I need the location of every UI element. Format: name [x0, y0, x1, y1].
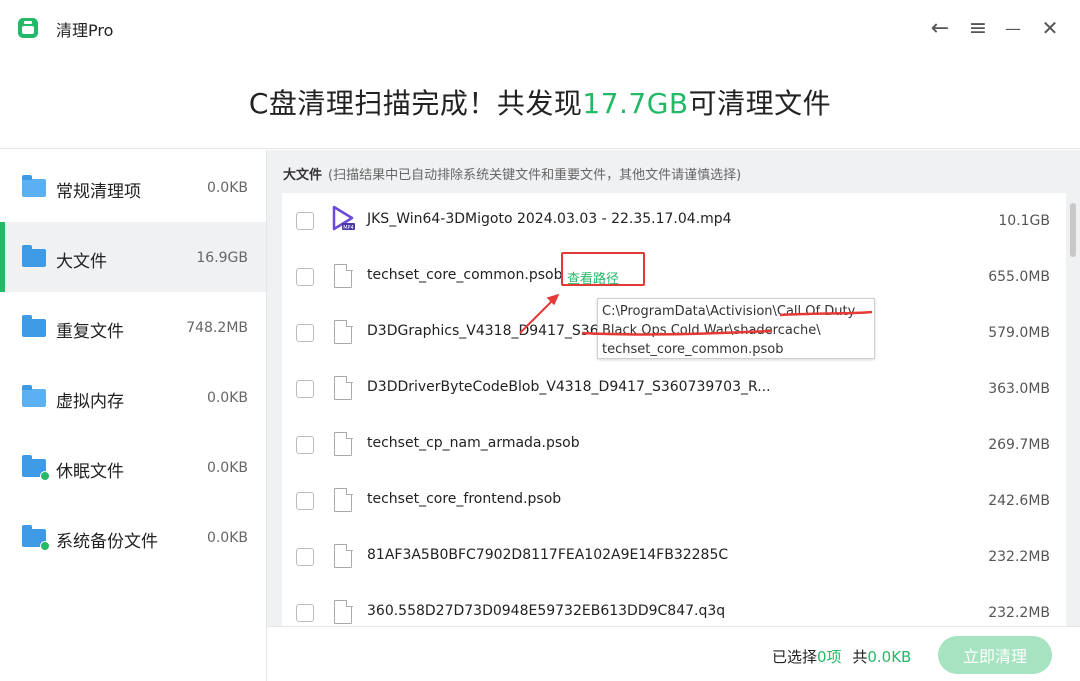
file-size: 10.1GB — [998, 213, 1050, 229]
menu-button[interactable]: ≡ — [964, 14, 992, 42]
total-prefix: 共 — [852, 648, 868, 666]
backup-folder-icon — [22, 525, 50, 551]
sidebar-item-size: 0.0KB — [206, 530, 248, 546]
broom-folder-icon — [22, 175, 46, 197]
sidebar-item-size: 0.0KB — [206, 180, 248, 196]
row-checkbox[interactable] — [296, 436, 314, 454]
sidebar-item-label: 常规清理项 — [56, 182, 141, 202]
action-footer: 已选择0项 共0.0KB 立即清理 — [267, 626, 1080, 681]
file-icon — [334, 543, 353, 568]
file-size: 232.2MB — [988, 549, 1050, 565]
annotation-highlight-box — [561, 252, 645, 286]
sidebar-item-virtual-memory[interactable]: 虚拟内存 0.0KB — [0, 362, 266, 432]
tooltip-path-line-1: C:\ProgramData\Activision\Call Of Duty — [602, 304, 856, 319]
row-checkbox[interactable] — [296, 212, 314, 230]
row-checkbox[interactable] — [296, 380, 314, 398]
minimize-button[interactable]: — — [999, 14, 1027, 42]
app-title: 清理Pro — [56, 21, 114, 40]
file-size: 655.0MB — [988, 269, 1050, 285]
sidebar-item-size: 0.0KB — [206, 390, 248, 406]
large-files-panel: 大文件 (扫描结果中已自动排除系统关键文件和重要文件，其他文件请谨慎选择) MP4… — [267, 150, 1080, 681]
file-name: techset_core_frontend.psob — [367, 491, 562, 507]
sidebar-item-routine-clean[interactable]: 常规清理项 0.0KB — [0, 152, 266, 222]
file-icon — [334, 599, 353, 624]
sidebar-item-label: 大文件 — [56, 252, 107, 272]
section-header: 大文件 (扫描结果中已自动排除系统关键文件和重要文件，其他文件请谨慎选择) — [283, 164, 741, 183]
path-tooltip: C:\ProgramData\Activision\Call Of Duty B… — [597, 298, 875, 359]
row-checkbox[interactable] — [296, 492, 314, 510]
headline-prefix: C盘清理扫描完成！共发现 — [248, 87, 583, 120]
total-size: 0.0KB — [867, 648, 912, 666]
sidebar-item-label: 休眠文件 — [56, 462, 124, 482]
list-item[interactable]: techset_cp_nam_armada.psob 269.7MB — [282, 417, 1066, 473]
video-play-icon: MP4 — [332, 205, 355, 231]
selected-count: 0项 — [817, 648, 842, 666]
file-size: 242.6MB — [988, 493, 1050, 509]
list-item[interactable]: techset_core_common.psob 查看路径 655.0MB — [282, 249, 1066, 305]
sidebar-item-label: 系统备份文件 — [56, 532, 158, 552]
row-checkbox[interactable] — [296, 548, 314, 566]
app-logo-icon — [18, 18, 38, 38]
file-icon — [334, 319, 353, 344]
sidebar-item-size: 748.2MB — [186, 320, 248, 336]
sidebar-item-hibernation-files[interactable]: 休眠文件 0.0KB — [0, 432, 266, 502]
file-name: 360.558D27D73D0948E59732EB613DD9C847.q3q — [367, 603, 726, 619]
scan-summary: C盘清理扫描完成！共发现17.7GB可清理文件 — [0, 56, 1080, 149]
sidebar-item-label: 虚拟内存 — [56, 392, 124, 412]
file-name: techset_core_common.psob — [367, 267, 563, 283]
tooltip-path-line-2: Black Ops Cold War\shadercache\ — [602, 323, 821, 338]
category-sidebar: 常规清理项 0.0KB 大文件 16.9GB 重复文件 748.2MB 虚拟内存… — [0, 150, 267, 681]
file-size: 269.7MB — [988, 437, 1050, 453]
clean-now-button[interactable]: 立即清理 — [938, 636, 1052, 674]
title-bar: 清理Pro ← ≡ — ✕ — [0, 0, 1080, 56]
sidebar-item-size: 0.0KB — [206, 460, 248, 476]
sleep-folder-icon — [22, 455, 50, 481]
sidebar-item-label: 重复文件 — [56, 322, 124, 342]
file-name: techset_cp_nam_armada.psob — [367, 435, 580, 451]
selected-prefix: 已选择 — [772, 648, 818, 666]
sidebar-item-duplicate-files[interactable]: 重复文件 748.2MB — [0, 292, 266, 362]
list-item[interactable]: MP4 JKS_Win64-3DMigoto 2024.03.03 - 22.3… — [282, 193, 1066, 249]
close-button[interactable]: ✕ — [1036, 14, 1064, 42]
scan-result-headline: C盘清理扫描完成！共发现17.7GB可清理文件 — [249, 82, 831, 122]
list-scrollbar[interactable] — [1070, 203, 1076, 257]
list-item[interactable]: techset_core_frontend.psob 242.6MB — [282, 473, 1066, 529]
selection-summary: 已选择0项 共0.0KB — [772, 646, 911, 667]
list-item[interactable]: D3DDriverByteCodeBlob_V4318_D9417_S36073… — [282, 361, 1066, 417]
back-button[interactable]: ← — [926, 14, 954, 42]
file-name: 81AF3A5B0BFC7902D8117FEA102A9E14FB32285C — [367, 547, 729, 563]
file-size: 232.2MB — [988, 605, 1050, 621]
file-icon — [334, 263, 353, 288]
section-note: (扫描结果中已自动排除系统关键文件和重要文件，其他文件请谨慎选择) — [328, 168, 742, 183]
file-icon — [334, 487, 353, 512]
list-item[interactable]: 81AF3A5B0BFC7902D8117FEA102A9E14FB32285C… — [282, 529, 1066, 585]
row-checkbox[interactable] — [296, 324, 314, 342]
headline-suffix: 可清理文件 — [688, 87, 832, 120]
minimize-icon: — — [1005, 18, 1021, 38]
sidebar-item-large-files[interactable]: 大文件 16.9GB — [0, 222, 266, 292]
row-checkbox[interactable] — [296, 268, 314, 286]
list-item[interactable]: 360.558D27D73D0948E59732EB613DD9C847.q3q… — [282, 585, 1066, 626]
file-size: 363.0MB — [988, 381, 1050, 397]
section-title: 大文件 — [283, 168, 323, 183]
file-name: JKS_Win64-3DMigoto 2024.03.03 - 22.35.17… — [367, 211, 732, 227]
sidebar-item-size: 16.9GB — [196, 250, 248, 266]
close-icon: ✕ — [1041, 16, 1059, 40]
file-name: D3DDriverByteCodeBlob_V4318_D9417_S36073… — [367, 379, 771, 395]
file-icon — [334, 375, 353, 400]
headline-amount: 17.7GB — [582, 87, 689, 120]
file-icon — [334, 431, 353, 456]
file-list: MP4 JKS_Win64-3DMigoto 2024.03.03 - 22.3… — [282, 193, 1066, 626]
folders-icon — [22, 315, 46, 337]
memory-folder-icon — [22, 385, 46, 407]
back-arrow-icon: ← — [930, 15, 950, 41]
svg-text:MP4: MP4 — [343, 225, 354, 231]
tooltip-path-line-3: techset_core_common.psob — [602, 342, 784, 357]
file-size: 579.0MB — [988, 325, 1050, 341]
menu-icon: ≡ — [968, 15, 988, 41]
file-name: D3DGraphics_V4318_D9417_S360 — [367, 323, 608, 339]
row-checkbox[interactable] — [296, 604, 314, 622]
folder-icon — [22, 245, 46, 267]
sidebar-item-system-backup[interactable]: 系统备份文件 0.0KB — [0, 502, 266, 572]
